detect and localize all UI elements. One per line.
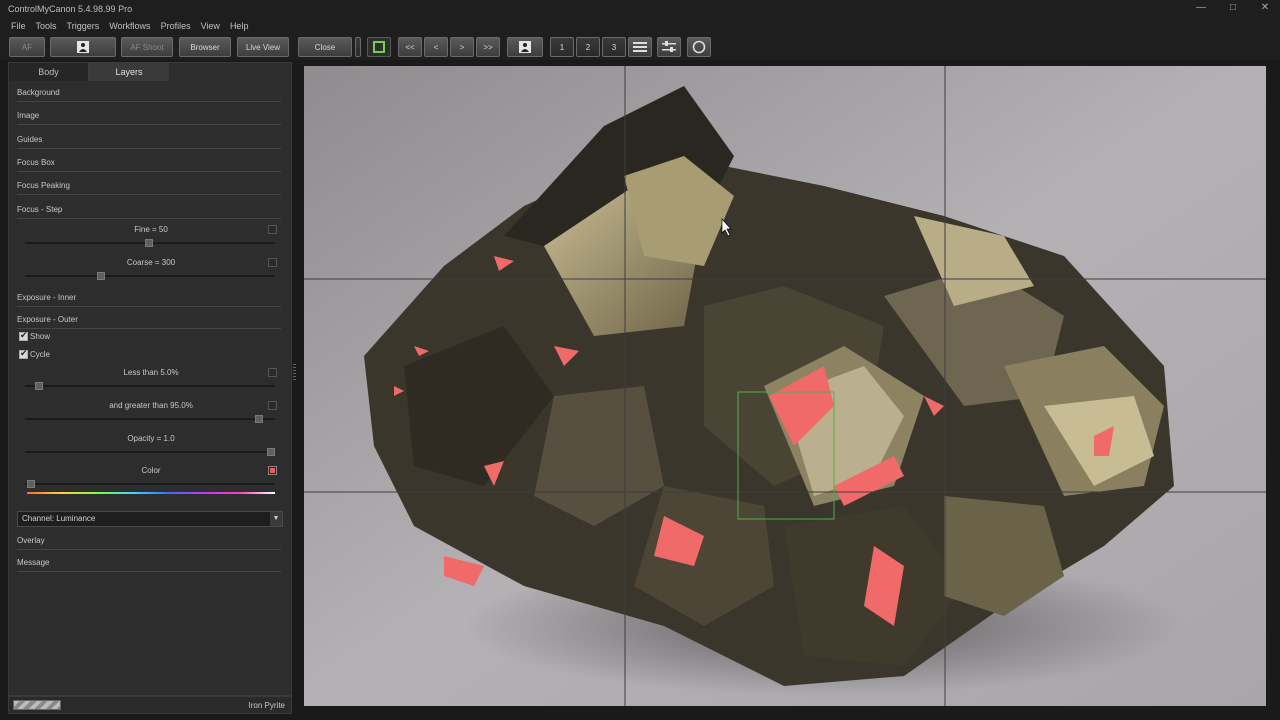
panel-splitter-handle[interactable] xyxy=(293,364,296,382)
circle-button[interactable] xyxy=(687,37,711,57)
layer-overlay-label: Overlay xyxy=(17,536,45,545)
layers-panel: Body Layers Background Image Guides Focu… xyxy=(8,62,292,696)
menu-file[interactable]: File xyxy=(6,18,31,34)
coarse-checkbox[interactable] xyxy=(268,258,277,267)
last-step-button[interactable]: >> xyxy=(476,37,500,57)
layer-focus-step-label: Focus - Step xyxy=(17,205,63,214)
menu-tools[interactable]: Tools xyxy=(31,18,62,34)
prev-step-button[interactable]: < xyxy=(424,37,448,57)
window-title: ControlMyCanon 5.4.98.99 Pro xyxy=(8,4,133,14)
slot-3-button[interactable]: 3 xyxy=(602,37,626,57)
fine-label: Fine = 50 xyxy=(134,225,168,234)
menu-workflows[interactable]: Workflows xyxy=(104,18,155,34)
less-than-slider-thumb[interactable] xyxy=(35,382,43,390)
layer-image-label: Image xyxy=(17,111,40,120)
focus-box-toggle[interactable] xyxy=(367,37,391,57)
status-text: Iron Pyrite xyxy=(248,701,285,710)
layer-message-label: Message xyxy=(17,558,50,567)
settings-sliders-icon xyxy=(662,41,676,52)
adjust-button[interactable] xyxy=(657,37,681,57)
slot-1-button[interactable]: 1 xyxy=(550,37,574,57)
minimize-icon[interactable]: — xyxy=(1194,2,1208,14)
color-spectrum[interactable] xyxy=(27,492,275,494)
color-label: Color xyxy=(141,466,161,475)
close-button[interactable]: Close xyxy=(298,37,352,57)
live-view-button[interactable]: Live View xyxy=(237,37,289,57)
greater-than-label: and greater than 95.0% xyxy=(109,401,193,410)
show-checkbox[interactable]: Show xyxy=(19,330,51,342)
status-bar: Iron Pyrite xyxy=(8,696,292,714)
af-shoot-button[interactable]: AF Shoot xyxy=(121,37,173,57)
color-slider-thumb[interactable] xyxy=(27,480,35,488)
person-icon xyxy=(519,41,531,53)
layer-exposure-outer-label: Exposure - Outer xyxy=(17,315,78,324)
checkbox-checked-icon xyxy=(19,348,28,360)
menu-triggers[interactable]: Triggers xyxy=(62,18,105,34)
menu-bar: File Tools Triggers Workflows Profiles V… xyxy=(0,18,1280,34)
channel-select[interactable]: Channel: Luminance ▼ xyxy=(17,511,283,527)
layer-exposure-inner-label: Exposure - Inner xyxy=(17,293,77,302)
greater-than-slider-thumb[interactable] xyxy=(255,415,263,423)
slot-2-button[interactable]: 2 xyxy=(576,37,600,57)
pyrite-photo xyxy=(304,66,1266,706)
layer-guides-label: Guides xyxy=(17,135,43,144)
chevron-down-icon[interactable]: ▼ xyxy=(270,512,282,526)
greater-than-checkbox[interactable] xyxy=(268,401,277,410)
less-than-slider[interactable] xyxy=(25,382,275,390)
less-than-checkbox[interactable] xyxy=(268,368,277,377)
live-view-image[interactable] xyxy=(304,66,1266,706)
person-icon xyxy=(77,41,89,53)
circle-icon xyxy=(692,40,706,54)
opacity-slider[interactable] xyxy=(25,448,275,456)
fine-checkbox[interactable] xyxy=(268,225,277,234)
menu-help[interactable]: Help xyxy=(225,18,254,34)
af-button[interactable]: AF xyxy=(9,37,45,57)
channel-select-value: Channel: Luminance xyxy=(22,514,96,523)
layer-focus-box-label: Focus Box xyxy=(17,158,55,167)
title-bar: ControlMyCanon 5.4.98.99 Pro — □ ✕ xyxy=(0,0,1280,18)
maximize-icon[interactable]: □ xyxy=(1226,2,1240,14)
opacity-label: Opacity = 1.0 xyxy=(127,434,175,443)
list-button[interactable] xyxy=(628,37,652,57)
opacity-slider-thumb[interactable] xyxy=(267,448,275,456)
browser-button[interactable]: Browser xyxy=(179,37,231,57)
close-icon[interactable]: ✕ xyxy=(1258,2,1272,14)
capture-button[interactable] xyxy=(507,37,543,57)
coarse-label: Coarse = 300 xyxy=(126,258,176,267)
show-label: Show xyxy=(30,332,51,341)
next-step-button[interactable]: > xyxy=(450,37,474,57)
layer-focus-peaking-label: Focus Peaking xyxy=(17,181,70,190)
cycle-label: Cycle xyxy=(30,350,51,359)
tab-layers[interactable]: Layers xyxy=(89,63,169,81)
menu-profiles[interactable]: Profiles xyxy=(156,18,196,34)
layer-background-label: Background xyxy=(17,88,60,97)
toolbar-separator xyxy=(355,37,361,57)
toolbar: AF AF Shoot Browser Live View Close << <… xyxy=(0,34,1280,60)
color-swatch[interactable] xyxy=(268,466,277,475)
list-icon xyxy=(633,42,647,52)
panel-tabs: Body Layers xyxy=(9,63,293,81)
first-step-button[interactable]: << xyxy=(398,37,422,57)
shoot-button[interactable] xyxy=(50,37,116,57)
cycle-checkbox[interactable]: Cycle xyxy=(19,348,51,360)
less-than-label: Less than 5.0% xyxy=(123,368,179,377)
fine-slider-thumb[interactable] xyxy=(145,239,153,247)
coarse-slider-thumb[interactable] xyxy=(97,272,105,280)
menu-view[interactable]: View xyxy=(196,18,225,34)
greater-than-slider[interactable] xyxy=(25,415,275,423)
fine-slider[interactable] xyxy=(25,239,275,247)
coarse-slider[interactable] xyxy=(25,272,275,280)
tab-body[interactable]: Body xyxy=(9,63,89,81)
progress-indicator xyxy=(13,700,61,710)
color-slider[interactable] xyxy=(25,480,275,488)
square-icon xyxy=(373,41,385,53)
checkbox-checked-icon xyxy=(19,330,28,342)
